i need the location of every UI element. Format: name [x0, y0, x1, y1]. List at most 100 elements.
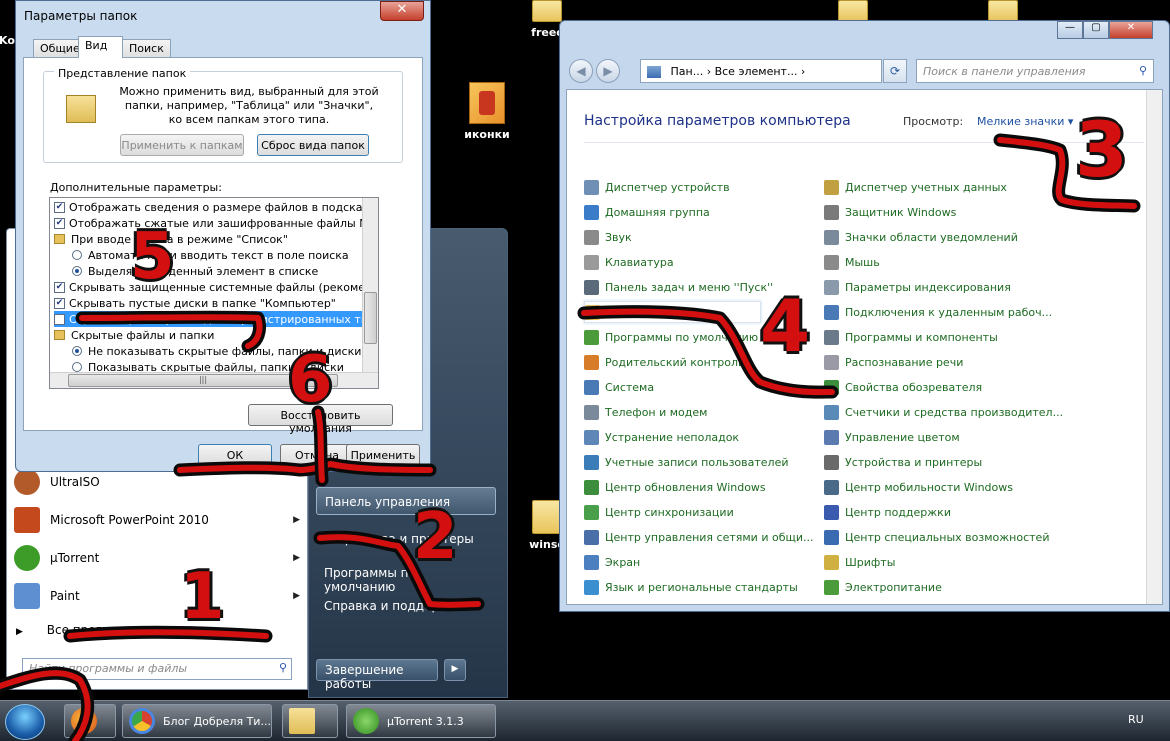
control-panel-item[interactable]: Программы и компоненты — [824, 328, 998, 346]
search-icon: ⚲ — [1138, 64, 1147, 77]
control-panel-item[interactable]: Панель задач и меню ''Пуск'' — [584, 278, 773, 296]
control-panel-item-icon — [584, 379, 599, 395]
control-panel-item[interactable]: Центр синхронизации — [584, 503, 734, 521]
tree-option[interactable]: ✔ Отображать сжатые или зашифрованные фай… — [54, 215, 374, 231]
start-help-support[interactable]: Справка и поддержка — [316, 592, 496, 620]
tab-view[interactable]: Вид — [78, 36, 123, 58]
ok-button[interactable]: ОК — [198, 444, 272, 466]
radio-button[interactable] — [72, 250, 82, 260]
checkbox[interactable] — [54, 313, 65, 325]
start-program-utorrent[interactable]: µTorrent ▶ — [14, 541, 304, 575]
start-default-programs[interactable]: Программы по умолчанию — [316, 559, 496, 594]
apply-to-folders-button[interactable]: Применить к папкам — [120, 134, 244, 156]
start-program-paint[interactable]: Paint ▶ — [14, 579, 304, 613]
control-panel-item[interactable]: Электропитание — [824, 578, 942, 596]
checkbox[interactable]: ✔ — [54, 281, 65, 293]
control-panel-item[interactable]: Клавиатура — [584, 253, 674, 271]
tree-option[interactable]: Выделять введенный элемент в списке — [72, 263, 372, 279]
taskbar-chrome[interactable]: Блог Добреля Ти... — [122, 704, 272, 738]
control-panel-item[interactable]: Свойства обозревателя — [824, 378, 982, 396]
radio-button[interactable] — [72, 266, 82, 276]
control-panel-item[interactable]: Мышь — [824, 253, 880, 271]
language-indicator[interactable]: RU — [1128, 713, 1144, 726]
control-panel-item[interactable]: Центр обновления Windows — [584, 478, 766, 496]
control-panel-item[interactable]: Значки области уведомлений — [824, 228, 1018, 246]
maximize-button[interactable]: ▢ — [1083, 21, 1109, 39]
taskbar-utorrent[interactable]: µTorrent 3.1.3 — [346, 704, 496, 738]
radio-button[interactable] — [72, 346, 82, 356]
start-control-panel[interactable]: Панель управления — [316, 487, 496, 515]
control-panel-item[interactable]: Центр мобильности Windows — [824, 478, 1013, 496]
minimize-button[interactable]: — — [1057, 21, 1083, 39]
tree-option[interactable]: Автоматически вводить текст в поле поиск… — [72, 247, 372, 263]
powerpoint-icon — [14, 507, 40, 533]
all-programs-button[interactable]: ▶ Все программы — [16, 623, 144, 637]
shutdown-button[interactable]: Завершение работы — [316, 659, 438, 691]
tab-search[interactable]: Поиск — [122, 39, 171, 58]
control-panel-item[interactable]: Экран — [584, 553, 640, 571]
ultraiso-icon — [14, 469, 40, 495]
control-panel-item[interactable]: Программы по умолчанию — [584, 328, 758, 346]
forward-button[interactable]: ▶ — [596, 59, 620, 83]
folder-icon — [54, 234, 65, 244]
control-panel-item[interactable]: Диспетчер устройств — [584, 178, 730, 196]
search-input[interactable]: Поиск в панели управления ⚲ — [916, 59, 1154, 83]
vertical-scrollbar[interactable] — [1146, 90, 1162, 604]
control-panel-item[interactable]: Шрифты — [824, 553, 895, 571]
desktop-icon-pdf[interactable]: иконки — [452, 82, 522, 141]
desktop-icon-folder-2[interactable] — [818, 0, 888, 22]
control-panel-item[interactable]: Центр поддержки — [824, 503, 951, 521]
tree-option[interactable]: ✔ Скрывать пустые диски в папке "Компьюте… — [54, 295, 374, 311]
view-mode-dropdown[interactable]: Мелкие значки ▾ — [977, 115, 1073, 128]
shutdown-options-button[interactable]: ▶ — [444, 659, 466, 681]
control-panel-item[interactable]: Управление цветом — [824, 428, 960, 446]
desktop-icon-folder-3[interactable] — [968, 0, 1038, 22]
control-panel-item[interactable]: Счетчики и средства производител... — [824, 403, 1063, 421]
refresh-button[interactable]: ⟳ — [883, 59, 907, 83]
control-panel-item[interactable]: Распознавание речи — [824, 353, 963, 371]
all-programs-label: Все программы — [46, 623, 145, 637]
control-panel-item-icon — [584, 229, 599, 245]
control-panel-item[interactable]: Телефон и модем — [584, 403, 707, 421]
control-panel-item[interactable]: Система — [584, 378, 654, 396]
address-bar[interactable]: Пан... › Все элемент... › — [640, 59, 882, 83]
radio-button[interactable] — [72, 362, 82, 372]
control-panel-item[interactable]: Домашняя группа — [584, 203, 710, 221]
tree-option[interactable]: ✔ Отображать сведения о размере файлов в … — [54, 199, 374, 215]
apply-button[interactable]: Применить — [346, 444, 420, 466]
control-panel-item[interactable]: Центр специальных возможностей — [824, 528, 1049, 546]
tree-option[interactable]: ✔ Скрывать защищенные системные файлы (ре… — [54, 279, 374, 295]
cancel-button[interactable]: Отмена — [280, 444, 354, 466]
tree-option-selected[interactable]: Скрывать расширения для зарегистрированн… — [54, 311, 374, 327]
back-button[interactable]: ◀ — [569, 59, 593, 83]
control-panel-item-icon — [824, 229, 839, 245]
checkbox[interactable]: ✔ — [54, 201, 65, 213]
control-panel-item[interactable]: Родительский контроль — [584, 353, 745, 371]
checkbox[interactable]: ✔ — [54, 297, 65, 309]
folder-icon — [988, 0, 1018, 22]
control-panel-item[interactable]: Центр управления сетями и общи... — [584, 528, 814, 546]
control-panel-item[interactable]: Устройства и принтеры — [824, 453, 982, 471]
control-panel-item[interactable]: Устранение неполадок — [584, 428, 739, 446]
reset-folders-button[interactable]: Сброс вида папок — [257, 134, 369, 156]
taskbar-firefox[interactable] — [64, 704, 116, 738]
close-button[interactable]: ✕ — [380, 1, 424, 21]
start-devices-printers[interactable]: Устройства и принтеры — [316, 525, 496, 553]
control-panel-item[interactable]: Подключения к удаленным рабоч... — [824, 303, 1052, 321]
control-panel-item[interactable]: Параметры папок — [584, 301, 761, 323]
start-search-input[interactable]: Найти программы и файлы ⚲ — [22, 658, 292, 680]
vertical-scrollbar[interactable] — [362, 198, 378, 372]
scrollbar-thumb[interactable] — [364, 292, 377, 344]
control-panel-item[interactable]: Параметры индексирования — [824, 278, 1011, 296]
close-button[interactable]: ✕ — [1109, 21, 1153, 39]
control-panel-item-icon — [584, 529, 599, 545]
control-panel-item[interactable]: Звук — [584, 228, 632, 246]
control-panel-item[interactable]: Учетные записи пользователей — [584, 453, 789, 471]
control-panel-item[interactable]: Язык и региональные стандарты — [584, 578, 798, 596]
checkbox[interactable]: ✔ — [54, 217, 65, 229]
start-program-powerpoint[interactable]: Microsoft PowerPoint 2010 ▶ — [14, 503, 304, 537]
control-panel-item[interactable]: Диспетчер учетных данных — [824, 178, 1007, 196]
start-button[interactable] — [5, 704, 45, 740]
control-panel-item[interactable]: Защитник Windows — [824, 203, 956, 221]
taskbar-explorer[interactable] — [282, 704, 338, 738]
